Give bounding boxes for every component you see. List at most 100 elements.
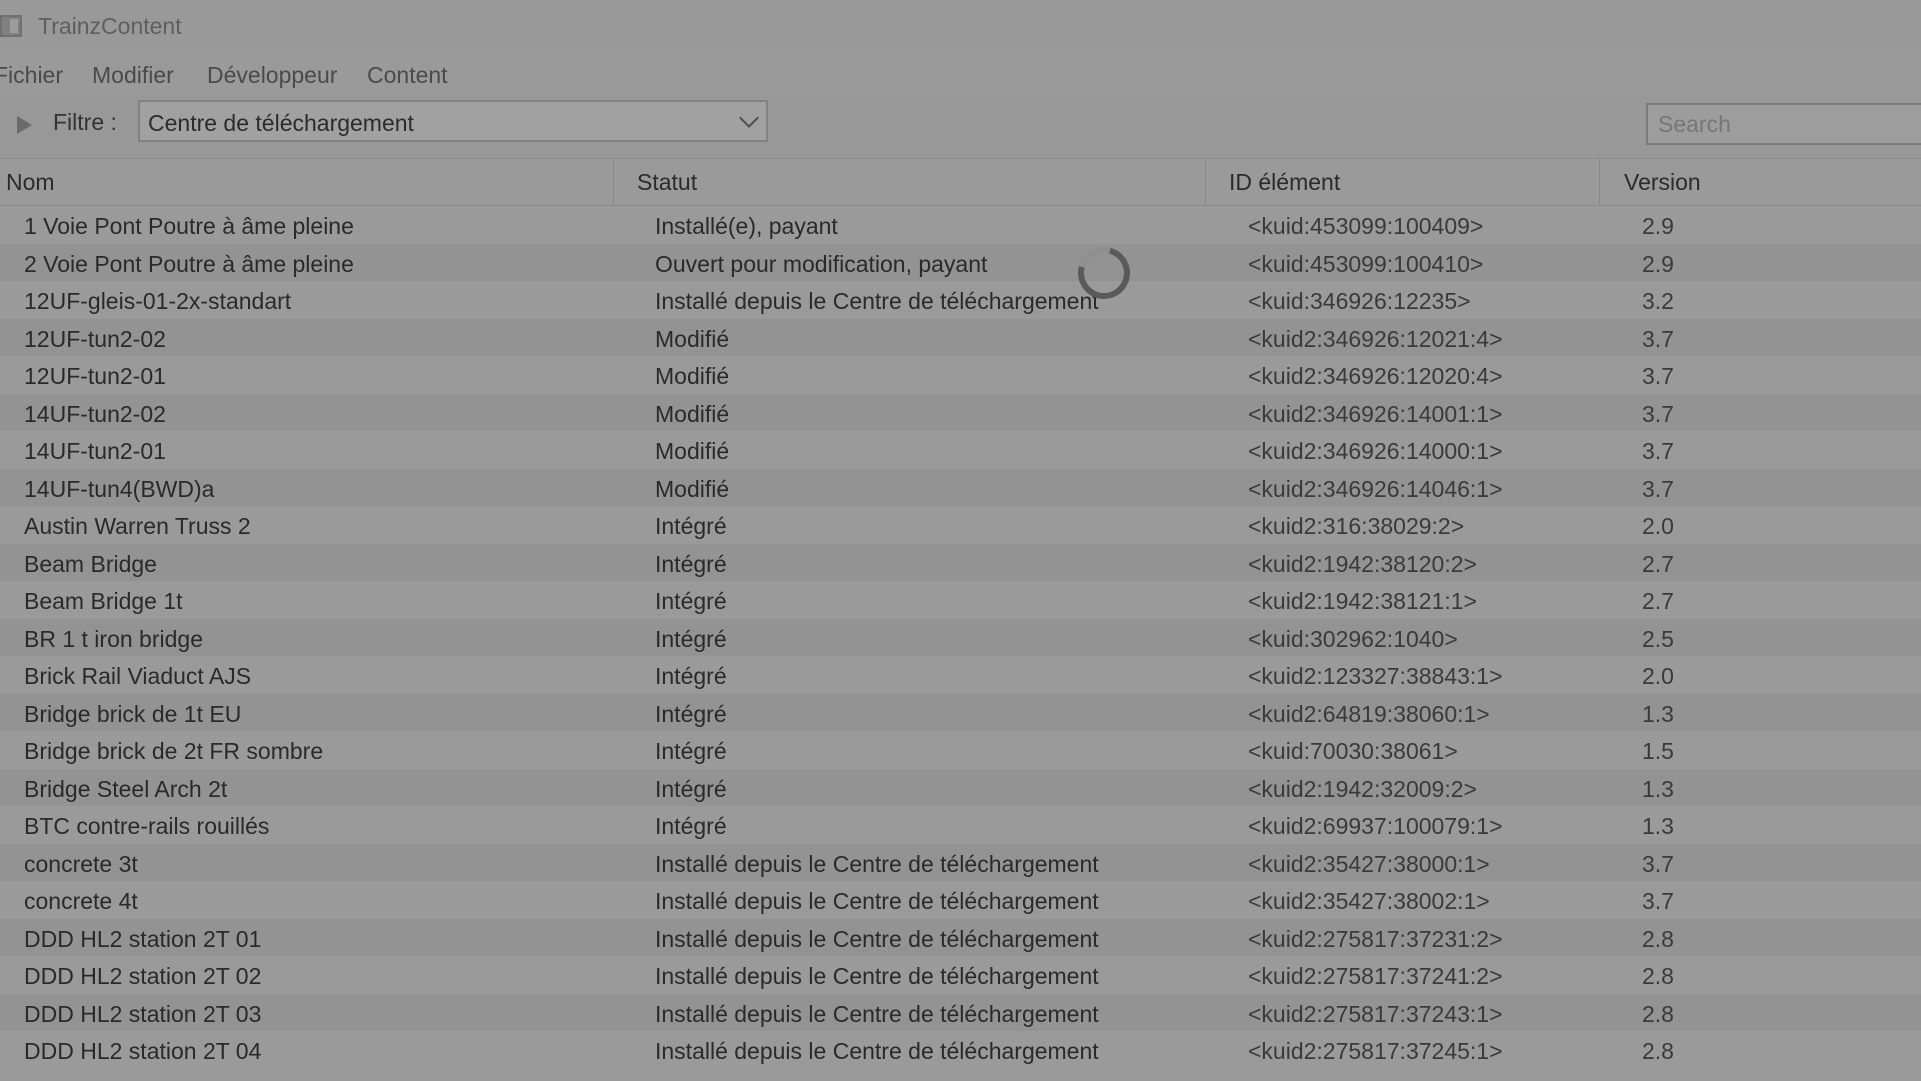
cell-kuid: <kuid:302962:1040> <box>1248 625 1458 652</box>
column-header-statut[interactable]: Statut <box>614 159 1206 205</box>
cell-kuid: <kuid2:275817:37245:1> <box>1248 1038 1503 1064</box>
menu-bar: Fichier Modifier Développeur Content <box>0 56 1921 96</box>
cell-name: 12UF-tun2-02 <box>24 325 166 352</box>
cell-version: 3.7 <box>1642 888 1674 914</box>
cell-kuid: <kuid2:346926:14001:1> <box>1248 400 1503 427</box>
cell-kuid: <kuid2:1942:38120:2> <box>1248 550 1477 577</box>
window-title: TrainzContent <box>38 13 182 39</box>
column-header-label: Version <box>1624 169 1701 195</box>
cell-status: Modifié <box>655 363 730 389</box>
menu-fichier[interactable]: Fichier <box>0 62 63 89</box>
column-header-id-element[interactable]: ID élément <box>1206 159 1600 205</box>
cell-kuid: <kuid2:35427:38000:1> <box>1248 850 1490 877</box>
table-row[interactable]: BTC contre-rails rouillés Intégré <kuid2:6… <box>0 806 1921 844</box>
cell-version: 2.8 <box>1642 925 1674 952</box>
filter-select[interactable]: Centre de téléchargement <box>138 100 768 142</box>
table-row[interactable]: Bridge brick de 1t EU Intégré <kuid2:64819… <box>0 693 1921 731</box>
table-row[interactable]: BR 1 t iron bridge Intégré <kuid:302962:10… <box>0 618 1921 656</box>
cell-status: Installé(e), payant <box>655 213 838 239</box>
cell-version: 1.3 <box>1642 700 1674 727</box>
table-row[interactable]: Beam Bridge 1t Intégré <kuid2:1942:38121:1… <box>0 581 1921 619</box>
cell-kuid: <kuid:70030:38061> <box>1248 738 1458 764</box>
cell-name: concrete 4t <box>24 888 138 914</box>
app-window: TrainzContent Fichier Modifier Développe… <box>0 0 1921 1081</box>
table-row[interactable]: DDD HL2 station 2T 03 Installé depuis le … <box>0 993 1921 1031</box>
cell-name: 12UF-tun2-01 <box>24 363 166 389</box>
table-row[interactable]: 14UF-tun4(BWD)a Modifié <kuid2:346926:1404… <box>0 468 1921 506</box>
cell-name: Bridge brick de 2t FR sombre <box>24 738 324 764</box>
cell-status: Installé depuis le Centre de téléchargem… <box>655 850 1099 877</box>
cell-kuid: <kuid2:275817:37241:2> <box>1248 963 1503 989</box>
table-row[interactable]: concrete 3t Installé depuis le Centre de … <box>0 843 1921 881</box>
cell-status: Intégré <box>655 625 727 652</box>
cell-name: 14UF-tun4(BWD)a <box>24 475 215 502</box>
table-row[interactable]: 12UF-tun2-01 Modifié <kuid2:346926:12020:4… <box>0 356 1921 394</box>
menu-developpeur[interactable]: Développeur <box>207 62 337 89</box>
chevron-down-icon[interactable] <box>739 108 759 128</box>
cell-name: Brick Rail Viaduct AJS <box>24 663 252 689</box>
cell-status: Intégré <box>655 663 727 689</box>
cell-name: 2 Voie Pont Poutre à âme pleine <box>24 250 354 277</box>
cell-name: DDD HL2 station 2T 02 <box>24 963 262 989</box>
table-row[interactable]: 14UF-tun2-01 Modifié <kuid2:346926:14000:1… <box>0 431 1921 469</box>
filter-selected-value: Centre de téléchargement <box>148 110 414 136</box>
cell-status: Installé depuis le Centre de téléchargem… <box>655 888 1099 914</box>
cell-version: 3.7 <box>1642 363 1674 389</box>
table-row[interactable]: Bridge brick de 2t FR sombre Intégré <kuid… <box>0 731 1921 769</box>
column-header-label: Nom <box>6 169 55 195</box>
cell-version: 1.3 <box>1642 813 1674 839</box>
table-row[interactable]: Brick Rail Viaduct AJS Intégré <kuid2:1233… <box>0 656 1921 694</box>
cell-kuid: <kuid2:69937:100079:1> <box>1248 813 1503 839</box>
cell-version: 3.7 <box>1642 400 1674 427</box>
cell-status: Installé depuis le Centre de téléchargem… <box>655 963 1099 989</box>
cell-version: 1.3 <box>1642 775 1674 802</box>
table-header: Nom Statut ID élément Version <box>0 159 1921 206</box>
table-row[interactable]: 12UF-gleis-01-2x-standart Installé depuis… <box>0 281 1921 319</box>
cell-version: 1.5 <box>1642 738 1674 764</box>
filter-toolbar: Filtre : Centre de téléchargement <box>0 96 1921 159</box>
cell-version: 2.0 <box>1642 513 1674 539</box>
cell-status: Intégré <box>655 588 727 614</box>
menu-modifier[interactable]: Modifier <box>92 62 174 89</box>
cell-version: 2.8 <box>1642 1000 1674 1027</box>
table-row[interactable]: 2 Voie Pont Poutre à âme pleine Ouvert po… <box>0 243 1921 281</box>
column-header-nom[interactable]: Nom <box>0 159 614 205</box>
menu-content[interactable]: Content <box>367 62 448 89</box>
cell-status: Intégré <box>655 513 727 539</box>
table-row[interactable]: Beam Bridge Intégré <kuid2:1942:38120:2> 2.… <box>0 543 1921 581</box>
search-input[interactable] <box>1648 105 1921 143</box>
cell-kuid: <kuid2:64819:38060:1> <box>1248 700 1490 727</box>
app-icon <box>0 15 22 37</box>
cell-kuid: <kuid:346926:12235> <box>1248 288 1471 314</box>
search-box[interactable] <box>1646 103 1921 145</box>
cell-kuid: <kuid2:346926:12021:4> <box>1248 325 1503 352</box>
column-header-label: ID élément <box>1229 169 1341 195</box>
cell-kuid: <kuid2:346926:14000:1> <box>1248 438 1503 464</box>
table-row[interactable]: 1 Voie Pont Poutre à âme pleine Installé(… <box>0 206 1921 244</box>
cell-status: Intégré <box>655 813 727 839</box>
cell-status: Modifié <box>655 400 730 427</box>
cell-kuid: <kuid2:316:38029:2> <box>1248 513 1465 539</box>
table-row[interactable]: DDD HL2 station 2T 01 Installé depuis le … <box>0 918 1921 956</box>
cell-name: Bridge brick de 1t EU <box>24 700 242 727</box>
table-row[interactable]: Bridge Steel Arch 2t Intégré <kuid2:1942:3… <box>0 768 1921 806</box>
cell-kuid: <kuid2:1942:32009:2> <box>1248 775 1477 802</box>
column-header-version[interactable]: Version <box>1600 159 1921 205</box>
cell-name: BR 1 t iron bridge <box>24 625 203 652</box>
cell-name: DDD HL2 station 2T 03 <box>24 1000 262 1027</box>
play-icon[interactable] <box>17 116 32 134</box>
cell-version: 3.2 <box>1642 288 1674 314</box>
cell-status: Installé depuis le Centre de téléchargem… <box>655 288 1099 314</box>
table-row[interactable]: 12UF-tun2-02 Modifié <kuid2:346926:12021:4… <box>0 318 1921 356</box>
cell-version: 3.7 <box>1642 475 1674 502</box>
cell-status: Installé depuis le Centre de téléchargem… <box>655 1000 1099 1027</box>
table-row[interactable]: DDD HL2 station 2T 02 Installé depuis le … <box>0 956 1921 994</box>
cell-status: Ouvert pour modification, payant <box>655 250 988 277</box>
cell-status: Installé depuis le Centre de téléchargem… <box>655 925 1099 952</box>
cell-kuid: <kuid:453099:100410> <box>1248 250 1484 277</box>
table-row[interactable]: DDD HL2 station 2T 04 Installé depuis le … <box>0 1031 1921 1069</box>
table-row[interactable]: concrete 4t Installé depuis le Centre de … <box>0 881 1921 919</box>
table-row[interactable]: Austin Warren Truss 2 Intégré <kuid2:316:3… <box>0 506 1921 544</box>
cell-kuid: <kuid2:275817:37231:2> <box>1248 925 1503 952</box>
table-row[interactable]: 14UF-tun2-02 Modifié <kuid2:346926:14001:1… <box>0 393 1921 431</box>
